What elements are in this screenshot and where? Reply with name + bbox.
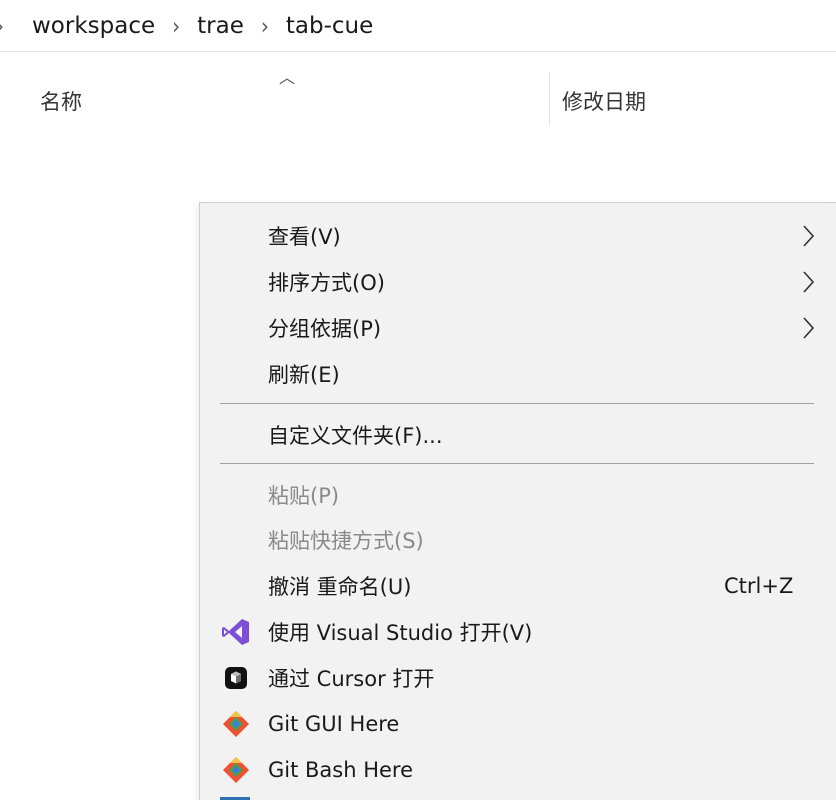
menu-item-label: 刷新(E) — [268, 363, 340, 387]
menu-item-view[interactable]: 查看(V) — [200, 215, 836, 257]
breadcrumb-item-trae[interactable]: trae — [197, 13, 244, 39]
breadcrumb-item-tab-cue[interactable]: tab-cue — [286, 13, 373, 39]
column-header-row — [0, 58, 836, 128]
context-menu: 查看(V) 排序方式(O) 分组依据(P) 刷新(E) 自定义文件夹(F)...… — [199, 202, 836, 800]
menu-separator — [220, 403, 814, 404]
chevron-right-icon — [803, 271, 815, 293]
menu-item-label: Git Bash Here — [268, 758, 414, 782]
menu-item-label: 排序方式(O) — [268, 271, 385, 295]
breadcrumb-item-workspace[interactable]: workspace — [32, 13, 155, 39]
menu-item-label: 分组依据(P) — [268, 317, 382, 341]
chevron-right-icon — [803, 225, 815, 247]
breadcrumb: › workspace › trae › tab-cue — [0, 0, 836, 52]
menu-item-open-visual-studio[interactable]: 使用 Visual Studio 打开(V) — [200, 611, 836, 653]
chevron-right-icon[interactable]: › — [0, 12, 4, 40]
cursor-icon — [225, 667, 247, 689]
menu-item-paste: 粘贴(P) — [200, 474, 836, 516]
menu-item-open-cursor[interactable]: 通过 Cursor 打开 — [200, 657, 836, 699]
column-header-name[interactable]: 名称 — [40, 86, 82, 116]
menu-item-label: 撤消 重命名(U) — [268, 575, 412, 599]
git-bash-icon — [223, 757, 249, 783]
menu-item-label: 粘贴(P) — [268, 484, 340, 508]
menu-item-group-by[interactable]: 分组依据(P) — [200, 307, 836, 349]
chevron-right-icon[interactable]: › — [261, 12, 269, 40]
sort-ascending-icon: ︿ — [279, 68, 296, 87]
column-header-date-modified[interactable]: 修改日期 — [562, 86, 646, 116]
menu-item-customize-folder[interactable]: 自定义文件夹(F)... — [200, 414, 836, 456]
menu-item-shortcut: Ctrl+Z — [724, 574, 794, 598]
menu-item-git-bash-here[interactable]: Git Bash Here — [200, 749, 836, 791]
menu-item-label: 通过 Cursor 打开 — [268, 667, 435, 691]
menu-item-label: 粘贴快捷方式(S) — [268, 529, 424, 553]
menu-item-label: 使用 Visual Studio 打开(V) — [268, 621, 533, 645]
file-explorer-window: › workspace › trae › tab-cue ︿ 名称 修改日期 查… — [0, 0, 836, 800]
menu-item-git-gui-here[interactable]: Git GUI Here — [200, 703, 836, 745]
column-divider[interactable] — [549, 72, 550, 126]
menu-item-paste-shortcut: 粘贴快捷方式(S) — [200, 519, 836, 561]
git-gui-icon — [223, 711, 249, 737]
menu-item-label: Git GUI Here — [268, 712, 400, 736]
menu-item-label: 自定义文件夹(F)... — [268, 424, 443, 448]
menu-item-sort-by[interactable]: 排序方式(O) — [200, 261, 836, 303]
menu-separator — [220, 463, 814, 464]
chevron-right-icon[interactable]: › — [172, 12, 180, 40]
visual-studio-icon — [222, 619, 249, 645]
menu-item-label: 查看(V) — [268, 225, 341, 249]
menu-item-undo-rename[interactable]: 撤消 重命名(U) Ctrl+Z — [200, 565, 836, 607]
menu-item-refresh[interactable]: 刷新(E) — [200, 353, 836, 395]
chevron-right-icon — [803, 317, 815, 339]
